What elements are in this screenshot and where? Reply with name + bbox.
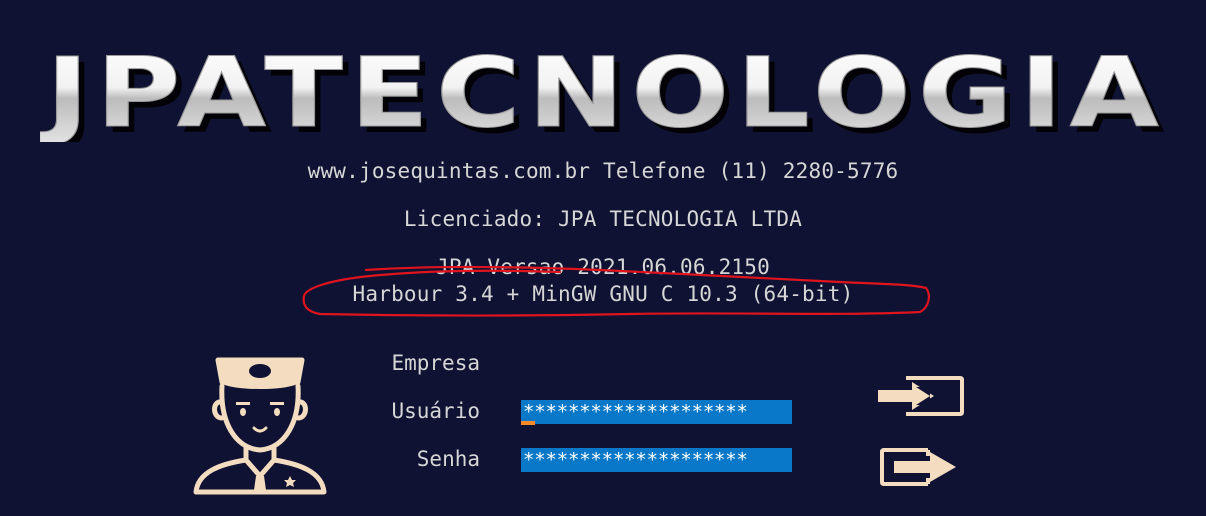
login-enter-icon[interactable] <box>876 376 964 416</box>
text-cursor <box>521 421 535 425</box>
logout-exit-icon[interactable] <box>878 446 958 488</box>
police-officer-avatar-icon <box>190 352 330 497</box>
usuario-label: Usuário <box>391 399 480 423</box>
company-logo: JPATECNOLOGIA JPATECNOLOGIA <box>40 52 1180 142</box>
licensee-line: Licenciado: JPA TECNOLOGIA LTDA <box>403 207 803 231</box>
website-phone-line: www.josequintas.com.br Telefone (11) 228… <box>307 159 899 183</box>
red-highlight-annotation <box>300 262 932 320</box>
senha-label: Senha <box>416 447 480 471</box>
logo-text: JPATECNOLOGIA <box>40 52 1166 142</box>
usuario-input[interactable]: ******************** <box>521 400 792 424</box>
empresa-label: Empresa <box>391 351 480 375</box>
senha-input[interactable]: ******************** <box>521 448 792 472</box>
logo-graphic: JPATECNOLOGIA JPATECNOLOGIA <box>40 52 1166 142</box>
login-screen: JPATECNOLOGIA JPATECNOLOGIA www.josequin… <box>0 0 1206 516</box>
